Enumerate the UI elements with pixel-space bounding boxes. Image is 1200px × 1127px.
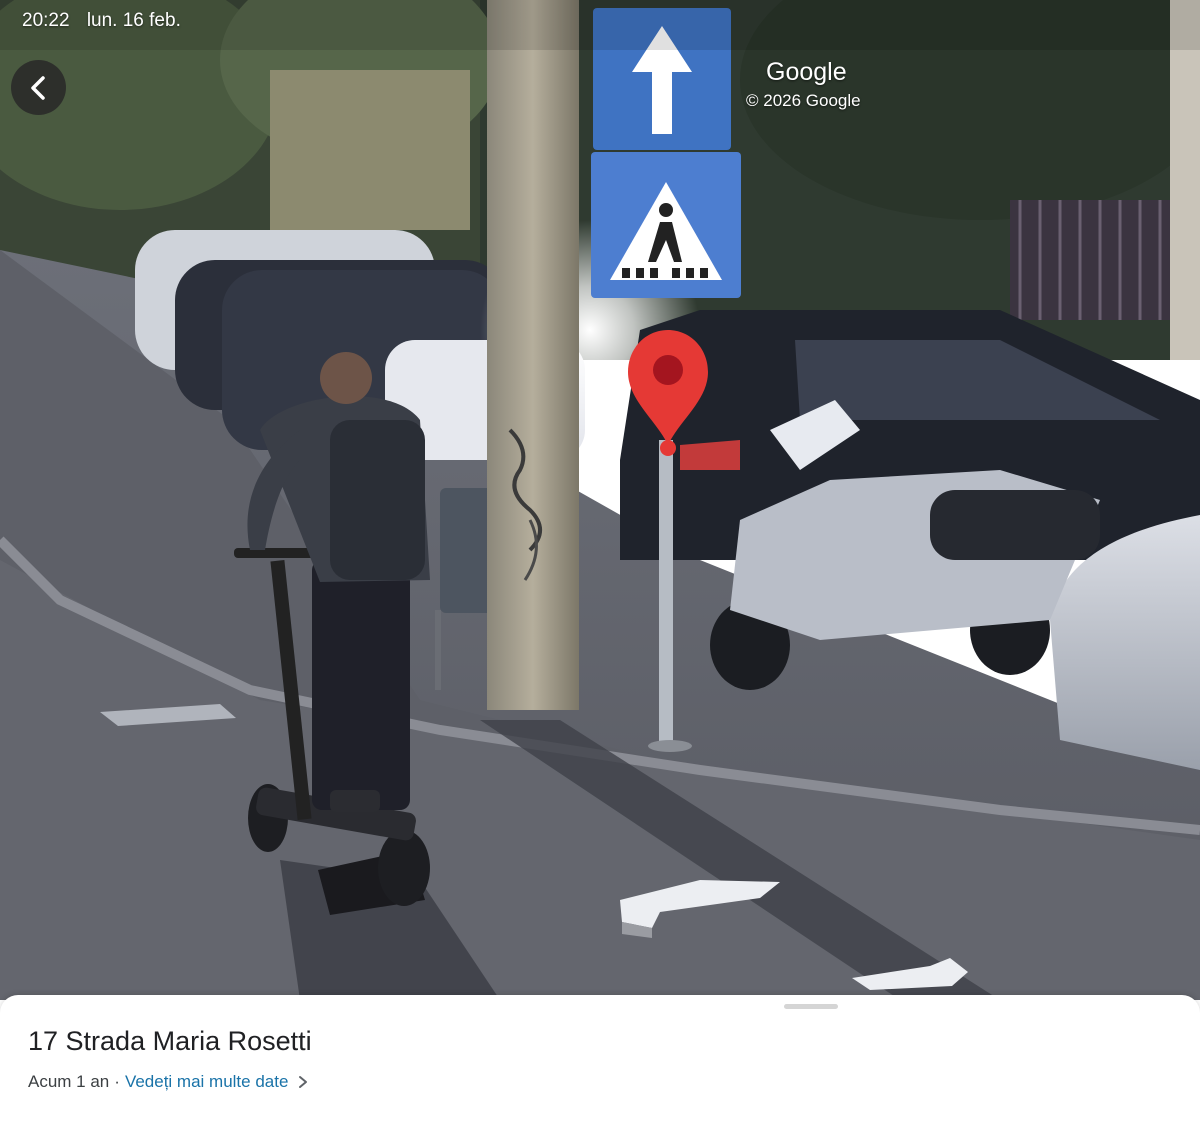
chevron-left-icon <box>30 75 45 100</box>
sheet-drag-handle[interactable] <box>784 1004 838 1009</box>
back-button[interactable] <box>11 60 66 115</box>
address-title: 17 Strada Maria Rosetti <box>28 1026 312 1056</box>
status-bar: 20:22 lun. 16 feb. <box>22 10 193 32</box>
imagery-date-row: Acum 1 an · Vedeți mai multe date <box>28 1072 308 1092</box>
google-logo: Google <box>766 58 847 86</box>
status-time: 20:22 <box>22 10 70 31</box>
status-date: lun. 16 feb. <box>86 10 181 31</box>
see-more-dates-link[interactable]: Vedeți mai multe date <box>125 1072 288 1092</box>
street-view-panorama[interactable]: 20:22 lun. 16 feb. Google © 2026 Google <box>0 0 1200 1000</box>
imagery-age: Acum 1 an <box>28 1072 110 1091</box>
chevron-right-icon[interactable] <box>298 1075 308 1089</box>
copyright-text: © 2026 Google <box>746 91 861 110</box>
street-view-image <box>0 0 1200 1000</box>
separator: · <box>114 1072 120 1091</box>
location-bottom-sheet[interactable]: 17 Strada Maria Rosetti Acum 1 an · Vede… <box>0 995 1200 1127</box>
google-watermark: Google © 2026 Google <box>746 58 861 111</box>
